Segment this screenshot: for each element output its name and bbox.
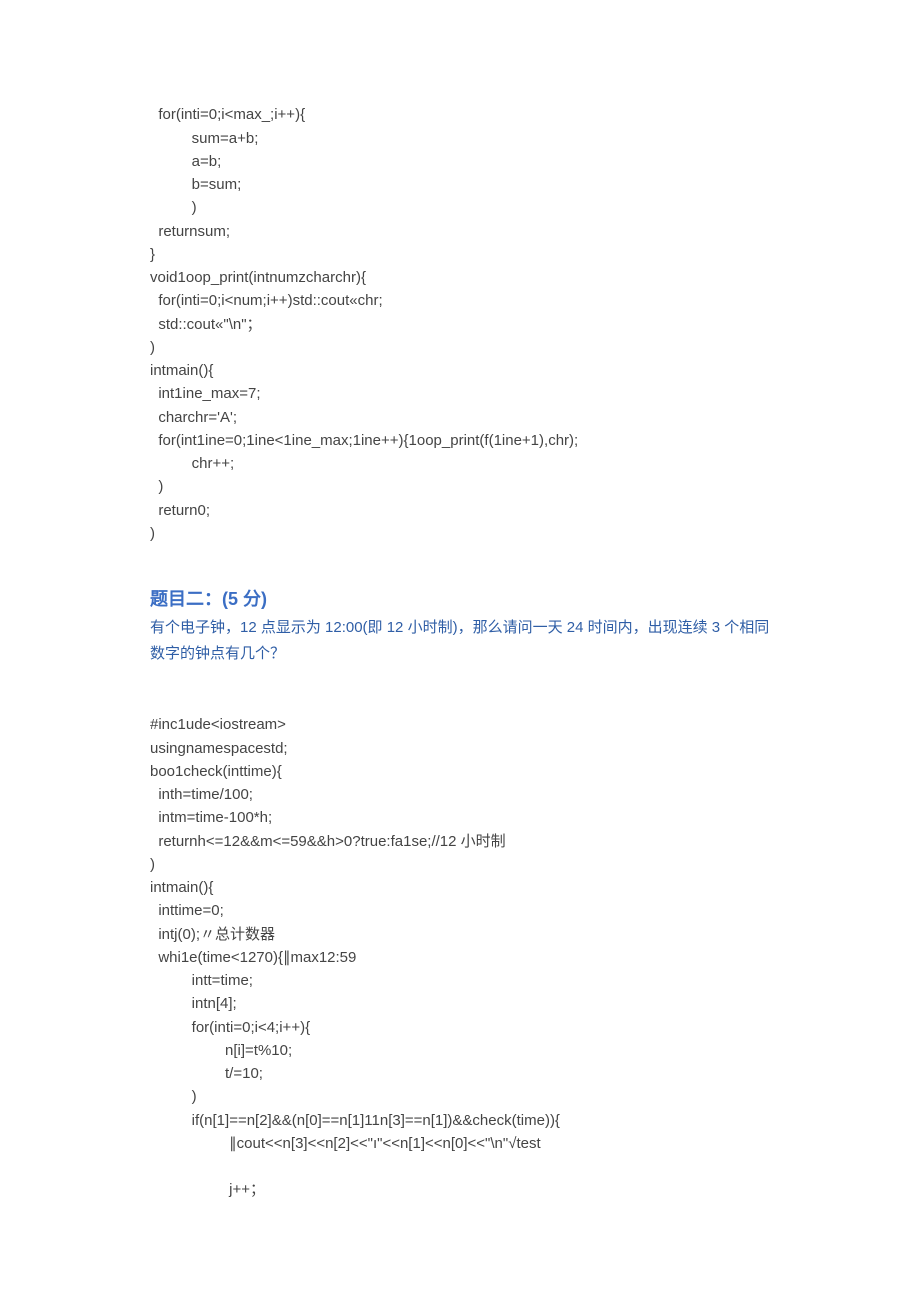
code-line: intt=time; — [150, 972, 253, 989]
code-line: whi1e(time<1270){∥max12:59 — [150, 949, 356, 966]
code-line: if(n[1]==n[2]&&(n[0]==n[1]11n[3]==n[1])&… — [150, 1112, 560, 1129]
code-line: returnh<=12&&m<=59&&h>0?true:fa1se;//12 … — [150, 833, 506, 850]
code-line: intm=time-100*h; — [150, 809, 272, 826]
code-line: for(inti=0;i<4;i++){ — [150, 1019, 310, 1036]
code-line: returnsum; — [150, 223, 230, 240]
code-line: intmain(){ — [150, 879, 213, 896]
code-line: } — [150, 246, 155, 263]
code-line: sum=a+b; — [150, 130, 258, 147]
code-line: charchr='A'; — [150, 409, 237, 426]
code-line: ) — [150, 199, 197, 216]
desc-line: 有个电子钟，12 点显示为 12:00(即 12 小时制)，那么请问一天 24 … — [150, 619, 769, 636]
section-description-2: 有个电子钟，12 点显示为 12:00(即 12 小时制)，那么请问一天 24 … — [150, 615, 770, 666]
code-line: for(int1ine=0;1ine<1ine_max;1ine++){1oop… — [150, 432, 578, 449]
section-heading-2: 题目二：(5 分) — [150, 585, 770, 611]
code-line: ) — [150, 478, 163, 495]
code-line: inth=time/100; — [150, 786, 253, 803]
code-block-1: for(inti=0;i<max_;i++){ sum=a+b; a=b; b=… — [150, 80, 770, 545]
code-line: intn[4]; — [150, 995, 237, 1012]
code-line: inttime=0; — [150, 902, 224, 919]
desc-line: 数字的钟点有几个？ — [150, 645, 285, 662]
code-line: ) — [150, 525, 155, 542]
code-line: usingnamespacestd; — [150, 740, 288, 757]
code-line: j++； — [150, 1181, 265, 1198]
code-line: int1ine_max=7; — [150, 385, 261, 402]
code-line: ) — [150, 856, 155, 873]
code-line: std::cout«"\n"； — [150, 316, 262, 333]
code-line: intj(0);〃总计数器 — [150, 926, 275, 943]
code-line: ∥cout<<n[3]<<n[2]<<"ı"<<n[1]<<n[0]<<"\n"… — [150, 1135, 541, 1152]
code-line: t/=10; — [150, 1065, 263, 1082]
code-line: n[i]=t%10; — [150, 1042, 292, 1059]
document-page: for(inti=0;i<max_;i++){ sum=a+b; a=b; b=… — [0, 0, 920, 1302]
code-line: void1oop_print(intnumzcharchr){ — [150, 269, 366, 286]
code-line: for(inti=0;i<num;i++)std::cout«chr; — [150, 292, 383, 309]
code-line: ) — [150, 339, 155, 356]
code-block-2: #inc1ude<iostream> usingnamespacestd; bo… — [150, 690, 770, 1202]
code-line: for(inti=0;i<max_;i++){ — [150, 106, 305, 123]
code-line: intmain(){ — [150, 362, 213, 379]
code-line: ) — [150, 1088, 197, 1105]
code-line: a=b; — [150, 153, 221, 170]
code-line: return0; — [150, 502, 210, 519]
code-line: chr++; — [150, 455, 234, 472]
code-line: b=sum; — [150, 176, 241, 193]
code-line: boo1check(inttime){ — [150, 763, 282, 780]
code-line: #inc1ude<iostream> — [150, 716, 286, 733]
